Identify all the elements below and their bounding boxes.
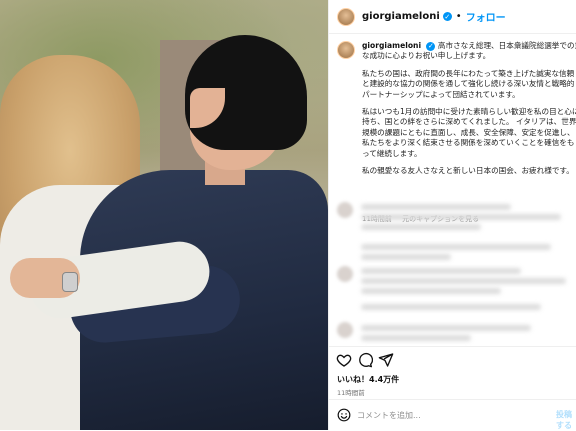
caption-line: 持ち、国との絆をさらに深めてくれました。 イタリアは、世界 xyxy=(362,117,576,127)
add-comment-bar: 投稿する xyxy=(329,399,576,431)
caption-line: 私の親愛なる友人さなえと新しい日本の国会、お疲れ様です。 xyxy=(362,166,574,176)
verified-badge-icon: ✓ xyxy=(426,41,436,51)
watch xyxy=(62,272,78,292)
comment-line xyxy=(361,214,561,220)
blurred-comments xyxy=(329,196,576,346)
caption-text: giorgiameloni ✓ 高市さなえ総理、日本衆議院総選挙での重要 な成功… xyxy=(362,41,576,183)
caption-line: って継続します。 xyxy=(362,148,422,158)
comment-line xyxy=(361,288,501,294)
comment-line xyxy=(361,254,451,260)
comment-avatar xyxy=(337,202,353,218)
caption-line: 私たちの国は、政府間の長年にわたって築き上げた誠実な信頼 xyxy=(362,68,575,78)
comment-line xyxy=(361,335,471,341)
heart-icon[interactable] xyxy=(336,352,352,368)
post-actions xyxy=(329,346,576,373)
comment-line xyxy=(361,278,566,284)
post-side-panel: giorgiameloni ✓ • フォロー giorgiameloni ✓ 高… xyxy=(328,0,576,430)
verified-badge-icon: ✓ xyxy=(442,12,452,21)
caption-line: な成功に心よりお祝い申し上げます。 xyxy=(362,51,491,61)
caption-username[interactable]: giorgiameloni xyxy=(362,41,421,50)
instagram-post-viewer: giorgiameloni ✓ • フォロー giorgiameloni ✓ 高… xyxy=(0,0,576,430)
caption-line: 私はいつも1月の訪問中に受けた素晴らしい歓迎を私の目と心に xyxy=(362,107,576,117)
caption-line: 私たちをより深く結束させる関係を深めていくことを確信をも xyxy=(362,138,575,148)
caption-line: 高市さなえ総理、日本衆議院総選挙での重要 xyxy=(437,41,576,50)
like-count[interactable]: いいね！4.4万件 xyxy=(337,374,399,385)
post-photo[interactable] xyxy=(0,0,328,430)
separator-dot: • xyxy=(455,11,462,22)
avatar[interactable] xyxy=(337,7,355,26)
comment-input[interactable] xyxy=(357,408,537,422)
follow-button[interactable]: フォロー xyxy=(466,9,506,24)
share-icon[interactable] xyxy=(378,352,394,368)
post-header: giorgiameloni ✓ • フォロー xyxy=(329,0,576,34)
caption-line: と建設的な協力の関係を通して強化し続ける深い友情と戦略的 xyxy=(362,79,575,89)
caption-avatar[interactable] xyxy=(337,41,355,59)
comment-line xyxy=(361,244,551,250)
emoji-icon[interactable] xyxy=(337,408,351,422)
caption-line: 規模の課題にともに直面し、成長、安全保障、安定を促進し、 xyxy=(362,127,575,137)
header-username[interactable]: giorgiameloni xyxy=(362,11,440,22)
comment-avatar xyxy=(337,266,353,282)
comment-line xyxy=(361,224,481,230)
comment-icon[interactable] xyxy=(357,352,373,368)
caption-line: パートナーシップによって団結されています。 xyxy=(362,89,520,99)
comment-line xyxy=(361,268,521,274)
post-time: 11時間前 xyxy=(337,389,365,397)
comment-line xyxy=(361,204,511,210)
comment-line xyxy=(361,325,531,331)
comment-avatar xyxy=(337,322,353,338)
post-comment-button[interactable]: 投稿する xyxy=(556,409,576,431)
comment-line xyxy=(361,304,541,310)
